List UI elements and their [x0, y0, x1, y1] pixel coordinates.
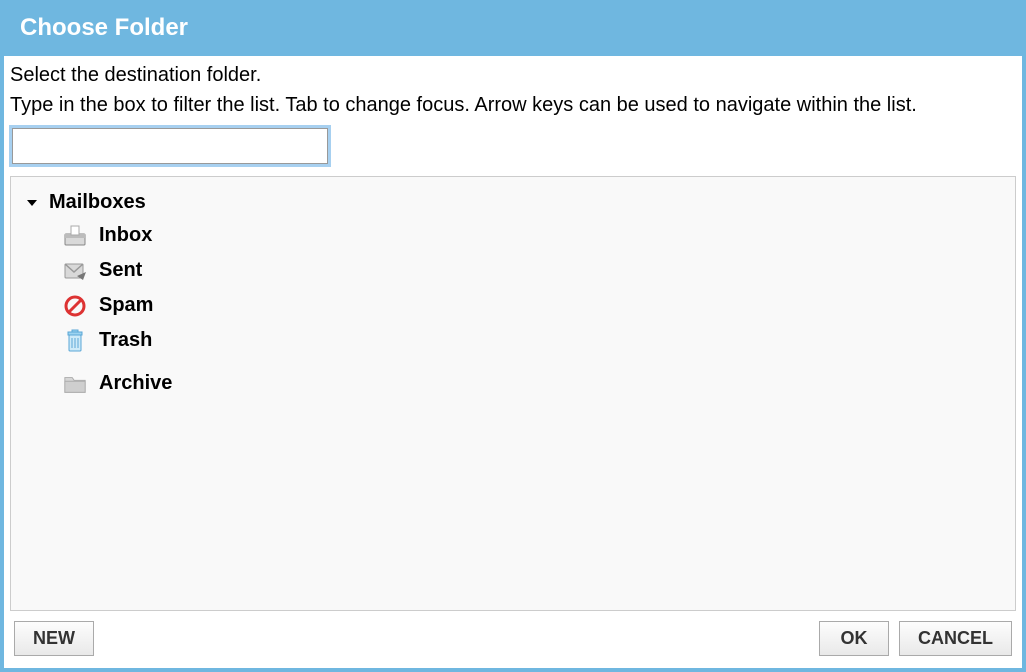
instruction-line: Type in the box to filter the list. Tab …: [10, 90, 1016, 120]
cancel-button[interactable]: CANCEL: [899, 621, 1012, 656]
folder-tree[interactable]: Mailboxes: [10, 176, 1016, 611]
tree-node-row[interactable]: Sent: [57, 255, 1007, 286]
tree-item-inbox[interactable]: Inbox: [57, 218, 1007, 253]
tree-item-label: Sent: [99, 259, 142, 282]
spacer: [57, 358, 1007, 366]
dialog-title: Choose Folder: [4, 4, 1022, 56]
tree-item-trash[interactable]: Trash: [57, 323, 1007, 358]
tree-item-label: Archive: [99, 372, 172, 395]
tree-item-label: Inbox: [99, 224, 152, 247]
new-button[interactable]: NEW: [14, 621, 94, 656]
instructions: Select the destination folder. Type in t…: [10, 60, 1016, 124]
tree-item-label: Trash: [99, 329, 152, 352]
filter-input[interactable]: [12, 128, 328, 164]
trash-icon: [63, 330, 87, 352]
folder-icon: [63, 373, 87, 395]
dialog-footer: NEW OK CANCEL: [4, 611, 1022, 668]
spam-icon: [63, 295, 87, 317]
chevron-down-icon[interactable]: [25, 196, 39, 210]
dialog-body: Select the destination folder. Type in t…: [4, 56, 1022, 611]
tree-item-label: Spam: [99, 294, 153, 317]
tree-root-label: Mailboxes: [49, 191, 146, 214]
tree-node-row[interactable]: Spam: [57, 290, 1007, 321]
ok-button[interactable]: OK: [819, 621, 889, 656]
tree-node-row[interactable]: Mailboxes: [19, 187, 1007, 218]
tree-node-row[interactable]: Trash: [57, 325, 1007, 356]
tree-root-node[interactable]: Mailboxes: [19, 185, 1007, 403]
choose-folder-dialog: Choose Folder Select the destination fol…: [0, 0, 1026, 672]
instruction-line: Select the destination folder.: [10, 60, 1016, 90]
inbox-icon: [63, 225, 87, 247]
tree-item-spam[interactable]: Spam: [57, 288, 1007, 323]
tree-item-sent[interactable]: Sent: [57, 253, 1007, 288]
sent-icon: [63, 260, 87, 282]
tree-node-row[interactable]: Inbox: [57, 220, 1007, 251]
tree-item-archive[interactable]: Archive: [57, 366, 1007, 401]
tree-node-row[interactable]: Archive: [57, 368, 1007, 399]
footer-right: OK CANCEL: [819, 621, 1012, 656]
